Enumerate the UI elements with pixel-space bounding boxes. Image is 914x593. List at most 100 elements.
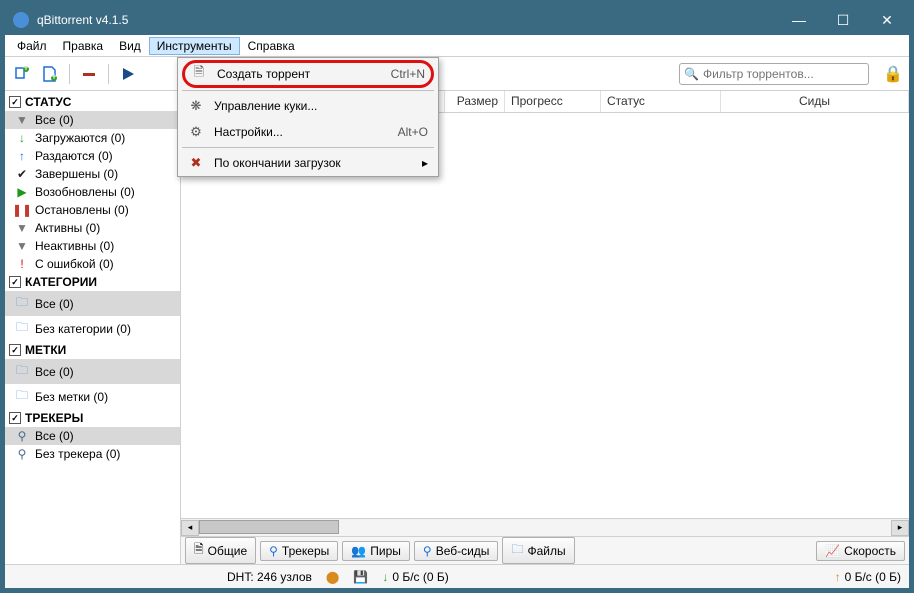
tab-speed[interactable]: 📈Скорость xyxy=(816,541,905,561)
tracker-icon: ⚲ xyxy=(15,429,29,443)
scroll-right-icon[interactable]: ▸ xyxy=(891,520,909,536)
upload-icon: ↑ xyxy=(15,149,29,163)
group-trackers: ✓ТРЕКЕРЫ ⚲ Все (0) ⚲Без трекера (0) xyxy=(5,409,180,463)
scroll-thumb[interactable] xyxy=(199,520,339,534)
sidebar-item[interactable]: ↓Загружаются (0) xyxy=(5,129,180,147)
menu-on-finish[interactable]: ✖ По окончании загрузок ▸ xyxy=(178,150,438,176)
resume-button[interactable] xyxy=(117,63,139,85)
sidebar-item[interactable]: ▼Активны (0) xyxy=(5,219,180,237)
tab-files[interactable]: 🗀Файлы xyxy=(502,537,574,564)
sidebar-item[interactable]: 🗀Без метки (0) xyxy=(5,384,180,409)
tab-trackers[interactable]: ⚲Трекеры xyxy=(260,541,338,561)
sidebar: ✓СТАТУС ▼Все (0)↓Загружаются (0)↑Раздают… xyxy=(5,91,181,564)
dht-status: DHT: 246 узлов xyxy=(227,570,312,584)
group-status-head[interactable]: ✓СТАТУС xyxy=(5,93,180,111)
sidebar-item-label: Все (0) xyxy=(35,429,74,443)
close-button[interactable]: ✕ xyxy=(865,5,909,35)
menu-settings[interactable]: ⚙ Настройки... Alt+O xyxy=(178,119,438,145)
col-progress[interactable]: Прогресс xyxy=(505,91,601,112)
content: ✓СТАТУС ▼Все (0)↓Загружаются (0)↑Раздают… xyxy=(5,91,909,564)
upload-speed: ↑0 Б/с (0 Б) xyxy=(835,570,901,584)
checkbox-icon[interactable]: ✓ xyxy=(9,412,21,424)
tab-peers[interactable]: 👥Пиры xyxy=(342,541,410,561)
pause-icon: ❚❚ xyxy=(15,203,29,217)
download-icon: ↓ xyxy=(382,570,388,584)
maximize-button[interactable]: ☐ xyxy=(821,5,865,35)
add-link-button[interactable]: + xyxy=(11,63,33,85)
sidebar-item[interactable]: 🗀Все (0) xyxy=(5,291,180,316)
exit-icon: ✖ xyxy=(188,155,204,171)
filter-input[interactable] xyxy=(703,67,864,81)
filter-icon: ▼ xyxy=(15,221,29,235)
group-trackers-head[interactable]: ✓ТРЕКЕРЫ xyxy=(5,409,180,427)
separator xyxy=(108,64,109,84)
col-seeds[interactable]: Сиды xyxy=(721,91,909,112)
svg-text:+: + xyxy=(50,69,57,83)
search-icon: 🔍 xyxy=(684,67,699,81)
col-status[interactable]: Статус xyxy=(601,91,721,112)
folder-icon: 🗀 xyxy=(15,361,29,382)
menu-edit[interactable]: Правка xyxy=(55,37,112,55)
tracker-icon: ⚲ xyxy=(15,447,29,461)
menu-settings-accel: Alt+O xyxy=(398,125,428,139)
separator xyxy=(182,147,434,148)
filter-input-wrap[interactable]: 🔍 xyxy=(679,63,869,85)
download-icon: ↓ xyxy=(15,131,29,145)
error-icon: ! xyxy=(15,257,29,271)
folder-icon: 🗀 xyxy=(15,386,29,407)
sidebar-item[interactable]: ✔ Завершены (0) xyxy=(5,165,180,183)
sidebar-item[interactable]: 🗀Без категории (0) xyxy=(5,316,180,341)
checkbox-icon[interactable]: ✓ xyxy=(9,276,21,288)
toolbar: + + 🔍 🔒 xyxy=(5,57,909,91)
menu-cookies[interactable]: ❋ Управление куки... xyxy=(178,93,438,119)
scroll-left-icon[interactable]: ◂ xyxy=(181,520,199,536)
svg-text:+: + xyxy=(22,65,29,74)
horizontal-scrollbar[interactable]: ◂ ▸ xyxy=(181,518,909,536)
add-file-button[interactable]: + xyxy=(39,63,61,85)
check-icon: ✔ xyxy=(15,167,29,181)
col-size[interactable]: Размер xyxy=(445,91,505,112)
sidebar-item[interactable]: ⚲ Все (0) xyxy=(5,427,180,445)
scroll-track[interactable] xyxy=(199,520,891,536)
gear-icon: ⚙ xyxy=(188,124,204,140)
tab-general[interactable]: 🗎Общие xyxy=(185,537,256,564)
sidebar-item-label: Все (0) xyxy=(35,297,74,311)
menu-create-torrent[interactable]: 🗎 Создать торрент Ctrl+N xyxy=(182,60,434,88)
app-icon xyxy=(13,12,29,28)
menu-help[interactable]: Справка xyxy=(240,37,303,55)
sidebar-item-label: С ошибкой (0) xyxy=(35,257,114,271)
menubar: Файл Правка Вид Инструменты Справка xyxy=(5,35,909,57)
menu-file[interactable]: Файл xyxy=(9,37,55,55)
menu-view[interactable]: Вид xyxy=(111,37,149,55)
titlebar: qBittorrent v4.1.5 — ☐ ✕ xyxy=(5,5,909,35)
sidebar-item[interactable]: ↑Раздаются (0) xyxy=(5,147,180,165)
sidebar-item-label: Остановлены (0) xyxy=(35,203,129,217)
checkbox-icon[interactable]: ✓ xyxy=(9,344,21,356)
sidebar-item[interactable]: ▼Неактивны (0) xyxy=(5,237,180,255)
lock-icon[interactable]: 🔒 xyxy=(883,64,903,84)
sidebar-item[interactable]: ▼Все (0) xyxy=(5,111,180,129)
remove-button[interactable] xyxy=(78,63,100,85)
download-speed: ↓0 Б/с (0 Б) xyxy=(382,570,448,584)
sidebar-item-label: Неактивны (0) xyxy=(35,239,114,253)
new-torrent-icon: 🗎 xyxy=(191,63,207,85)
sidebar-item[interactable]: 🗀Все (0) xyxy=(5,359,180,384)
filter-icon: ▼ xyxy=(15,113,29,127)
menu-create-torrent-accel: Ctrl+N xyxy=(391,67,425,81)
group-tags-head[interactable]: ✓МЕТКИ xyxy=(5,341,180,359)
sidebar-item[interactable]: ▶Возобновлены (0) xyxy=(5,183,180,201)
play-icon: ▶ xyxy=(15,185,29,199)
checkbox-icon[interactable]: ✓ xyxy=(9,96,21,108)
minimize-button[interactable]: — xyxy=(777,5,821,35)
sidebar-item-label: Завершены (0) xyxy=(35,167,118,181)
tab-webseeds[interactable]: ⚲Веб-сиды xyxy=(414,541,499,561)
webseed-icon: ⚲ xyxy=(423,544,432,558)
sidebar-item[interactable]: ❚❚ Остановлены (0) xyxy=(5,201,180,219)
peers-icon: 👥 xyxy=(351,544,366,558)
group-categories-head[interactable]: ✓КАТЕГОРИИ xyxy=(5,273,180,291)
group-categories: ✓КАТЕГОРИИ 🗀Все (0)🗀Без категории (0) xyxy=(5,273,180,341)
chevron-right-icon: ▸ xyxy=(422,156,428,170)
sidebar-item[interactable]: ⚲Без трекера (0) xyxy=(5,445,180,463)
menu-tools[interactable]: Инструменты xyxy=(149,37,240,55)
sidebar-item[interactable]: ! С ошибкой (0) xyxy=(5,255,180,273)
